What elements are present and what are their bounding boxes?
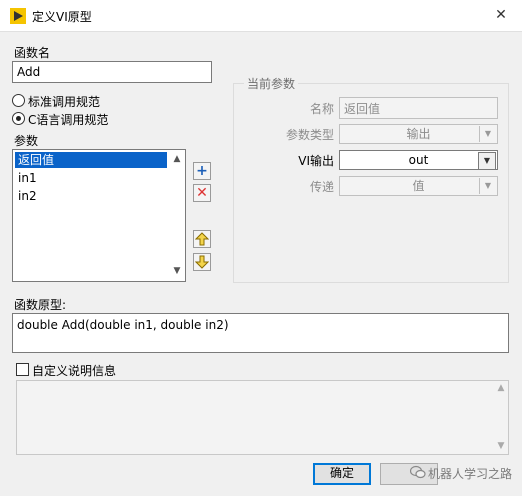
wechat-icon xyxy=(409,464,426,480)
function-name-input[interactable]: Add xyxy=(12,61,212,83)
close-button[interactable]: ✕ xyxy=(488,4,514,26)
window-title: 定义VI原型 xyxy=(32,10,92,24)
prototype-label: 函数原型: xyxy=(14,298,67,312)
scroll-up-icon[interactable]: ▲ xyxy=(171,154,183,164)
chevron-down-icon: ▼ xyxy=(479,126,496,142)
prototype-display: double Add(double in1, double in2) xyxy=(12,313,509,353)
arrow-up-icon xyxy=(194,232,210,246)
chevron-down-icon: ▼ xyxy=(479,178,496,194)
pass-label: 传递 xyxy=(309,180,334,194)
chevron-down-icon: ▼ xyxy=(478,152,496,170)
list-item[interactable]: in2 xyxy=(15,188,167,204)
delete-parameter-button[interactable]: ✕ xyxy=(193,184,211,202)
pass-value: 值 xyxy=(412,179,425,193)
pass-select[interactable]: 值 ▼ xyxy=(339,176,498,196)
plus-icon: + xyxy=(196,163,208,179)
list-item[interactable]: 返回值 xyxy=(15,152,167,168)
standard-call-radio[interactable] xyxy=(12,94,25,107)
radio-selected-dot xyxy=(16,116,21,121)
arrow-down-icon xyxy=(194,255,210,269)
scroll-down-icon[interactable]: ▼ xyxy=(495,441,507,451)
vi-output-label: VI输出 xyxy=(298,154,334,168)
custom-description-textarea[interactable]: ▲ ▼ xyxy=(16,380,509,455)
parameters-label: 参数 xyxy=(14,134,39,148)
standard-call-label: 标准调用规范 xyxy=(28,95,101,109)
delete-x-icon: ✕ xyxy=(196,185,208,201)
c-call-radio[interactable] xyxy=(12,112,25,125)
list-item[interactable]: in1 xyxy=(15,170,167,186)
c-call-label: C语言调用规范 xyxy=(28,113,109,127)
labview-icon xyxy=(10,8,26,24)
ok-button[interactable]: 确定 xyxy=(313,463,371,485)
custom-description-label: 自定义说明信息 xyxy=(32,364,117,378)
param-type-value: 输出 xyxy=(406,127,431,141)
vi-output-select[interactable]: out ▼ xyxy=(339,150,498,170)
param-type-select[interactable]: 输出 ▼ xyxy=(339,124,498,144)
vi-output-value: out xyxy=(408,153,429,167)
scroll-down-icon[interactable]: ▼ xyxy=(171,266,183,276)
param-name-label: 名称 xyxy=(309,102,334,116)
add-parameter-button[interactable]: + xyxy=(193,162,211,180)
scroll-up-icon[interactable]: ▲ xyxy=(495,383,507,393)
move-up-button[interactable] xyxy=(193,230,211,248)
function-name-label: 函数名 xyxy=(14,46,51,60)
current-param-group-label: 当前参数 xyxy=(244,75,299,92)
move-down-button[interactable] xyxy=(193,253,211,271)
watermark-text: 机器人学习之路 xyxy=(428,467,513,481)
custom-description-checkbox[interactable] xyxy=(16,363,29,376)
param-name-input[interactable]: 返回值 xyxy=(339,97,498,119)
parameters-list[interactable]: 返回值 in1 in2 ▲ ▼ xyxy=(12,149,186,282)
param-type-label: 参数类型 xyxy=(285,128,334,142)
